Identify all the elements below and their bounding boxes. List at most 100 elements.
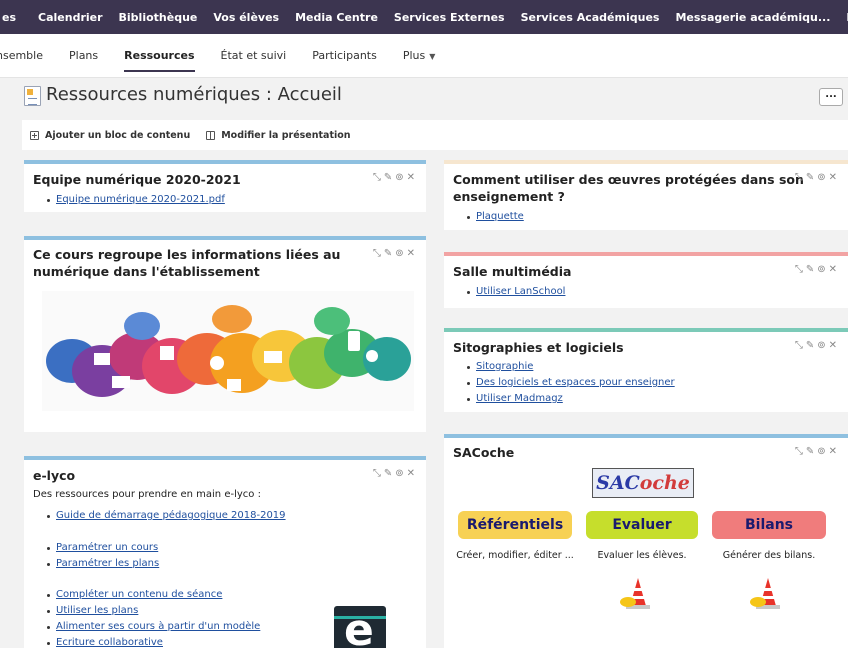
block-sitographies: Sitographies et logiciels ⤡✎⊚✕ Sitograph… — [444, 328, 848, 412]
chevron-down-icon: ▼ — [429, 51, 436, 61]
block-actions: ⤡✎⊚✕ — [373, 248, 418, 259]
edit-layout-label: Modifier la présentation — [221, 129, 351, 141]
collapse-icon[interactable]: ⤡ — [373, 172, 384, 183]
topnav-item-services-externes[interactable]: Services Externes — [386, 11, 513, 24]
edit-icon[interactable]: ✎ — [384, 248, 395, 259]
list-item: Equipe numérique 2020-2021.pdf — [46, 192, 225, 208]
referentiels-button[interactable]: Référentiels — [458, 511, 572, 539]
settings-icon[interactable]: ⊚ — [395, 248, 406, 259]
tab-ensemble[interactable]: nsemble — [0, 34, 56, 78]
topnav-item-bibliotheque[interactable]: Bibliothèque — [111, 11, 206, 24]
e-lyco-logo: e — [334, 606, 386, 648]
sacoche-logo-oche: oche — [639, 472, 690, 494]
settings-icon[interactable]: ⊚ — [817, 446, 828, 457]
block-title: e-lyco — [33, 468, 76, 483]
edit-layout-button[interactable]: Modifier la présentation — [206, 129, 351, 141]
block-color-bar — [444, 328, 848, 332]
topnav-item-calendrier[interactable]: Calendrier — [30, 11, 111, 24]
digital-icons-illustration — [46, 305, 411, 397]
block-color-bar — [24, 160, 426, 164]
construction-icon — [750, 578, 780, 609]
block-title: Salle multimédia — [453, 264, 572, 279]
link-guide-demarrage[interactable]: Guide de démarrage pédagogique 2018-2019 — [56, 510, 286, 521]
block-title: Sitographies et logiciels — [453, 340, 624, 355]
referentiels-desc: Créer, modifier, éditer ... — [456, 550, 574, 561]
link-lanschool[interactable]: Utiliser LanSchool — [476, 286, 565, 297]
topnav-item-partial[interactable]: es — [0, 11, 30, 24]
close-icon[interactable]: ✕ — [829, 446, 840, 457]
list-item: Ecriture collaborative — [46, 635, 260, 648]
block-e-lyco: e-lyco ⤡✎⊚✕ Des ressources pour prendre … — [24, 456, 426, 648]
link-list: Equipe numérique 2020-2021.pdf — [46, 192, 225, 208]
topnav-item-services-academiques[interactable]: Services Académiques — [513, 11, 668, 24]
page-title: Ressources numériques : Accueil — [46, 84, 342, 105]
link-ecriture-collaborative[interactable]: Ecriture collaborative — [56, 637, 163, 648]
link-parametrer-plans[interactable]: Paramétrer les plans — [56, 558, 159, 569]
settings-icon[interactable]: ⊚ — [817, 264, 828, 275]
link-utiliser-plans[interactable]: Utiliser les plans — [56, 605, 138, 616]
collapse-icon[interactable]: ⤡ — [795, 172, 806, 183]
collapse-icon[interactable]: ⤡ — [795, 264, 806, 275]
close-icon[interactable]: ✕ — [407, 172, 418, 183]
block-title-line1: Ce cours regroupe les informations liées… — [33, 247, 341, 262]
settings-icon[interactable]: ⊚ — [817, 172, 828, 183]
list-item: Utiliser LanSchool — [466, 284, 565, 300]
tab-plus[interactable]: Plus ▼ — [390, 34, 449, 78]
block-color-bar — [444, 252, 848, 256]
link-logiciels-espaces[interactable]: Des logiciels et espaces pour enseigner — [476, 377, 675, 388]
close-icon[interactable]: ✕ — [829, 264, 840, 275]
link-list: Sitographie Des logiciels et espaces pou… — [466, 359, 675, 407]
topnav-item-messagerie[interactable]: Messagerie académiqu... — [667, 11, 838, 24]
edit-icon[interactable]: ✎ — [806, 446, 817, 457]
edit-icon[interactable]: ✎ — [384, 172, 395, 183]
collapse-icon[interactable]: ⤡ — [795, 446, 806, 457]
edit-icon[interactable]: ✎ — [806, 172, 817, 183]
edit-icon[interactable]: ✎ — [384, 468, 395, 479]
block-color-bar — [24, 456, 426, 460]
link-list: Utiliser LanSchool — [466, 284, 565, 300]
block-actions: ⤡✎⊚✕ — [795, 264, 840, 275]
link-completer-seance[interactable]: Compléter un contenu de séance — [56, 589, 222, 600]
block-actions: ⤡✎⊚✕ — [795, 340, 840, 351]
topnav-item-vos-eleves[interactable]: Vos élèves — [205, 11, 287, 24]
link-parametrer-cours[interactable]: Paramétrer un cours — [56, 542, 158, 553]
tab-plans[interactable]: Plans — [56, 34, 111, 78]
topnav-item-media-centre[interactable]: Media Centre — [287, 11, 386, 24]
topnav-item-portail[interactable]: Portail des applic — [838, 11, 848, 24]
block-title-line2: enseignement ? — [453, 189, 565, 204]
list-item: Utiliser Madmagz — [466, 391, 675, 407]
link-plaquette[interactable]: Plaquette — [476, 211, 524, 222]
collapse-icon[interactable]: ⤡ — [795, 340, 806, 351]
settings-icon[interactable]: ⊚ — [817, 340, 828, 351]
close-icon[interactable]: ✕ — [407, 468, 418, 479]
evaluer-desc: Evaluer les élèves. — [597, 550, 687, 561]
course-tabs: nsemble Plans Ressources État et suivi P… — [0, 34, 848, 78]
tab-etat-et-suivi[interactable]: État et suivi — [208, 34, 300, 78]
tab-ressources[interactable]: Ressources — [111, 34, 207, 78]
tab-participants[interactable]: Participants — [299, 34, 390, 78]
block-title-line2: numérique dans l'établissement — [33, 264, 260, 279]
block-title: Equipe numérique 2020-2021 — [33, 172, 241, 187]
digital-banner-image — [42, 291, 414, 411]
close-icon[interactable]: ✕ — [829, 172, 840, 183]
block-actions: ⤡✎⊚✕ — [373, 172, 418, 183]
settings-icon[interactable]: ⊚ — [395, 172, 406, 183]
collapse-icon[interactable]: ⤡ — [373, 248, 384, 259]
settings-icon[interactable]: ⊚ — [395, 468, 406, 479]
link-alimenter-cours[interactable]: Alimenter ses cours à partir d'un modèle — [56, 621, 260, 632]
evaluer-button[interactable]: Evaluer — [586, 511, 698, 539]
edit-icon[interactable]: ✎ — [806, 264, 817, 275]
add-block-button[interactable]: Ajouter un bloc de contenu — [30, 130, 190, 141]
edit-icon[interactable]: ✎ — [806, 340, 817, 351]
close-icon[interactable]: ✕ — [829, 340, 840, 351]
list-item: Utiliser les plans — [46, 603, 260, 619]
collapse-icon[interactable]: ⤡ — [373, 468, 384, 479]
sacoche-logo[interactable]: SACoche — [592, 468, 694, 498]
link-sitographie[interactable]: Sitographie — [476, 361, 533, 372]
link-madmagz[interactable]: Utiliser Madmagz — [476, 393, 563, 404]
link-equipe-pdf[interactable]: Equipe numérique 2020-2021.pdf — [56, 194, 225, 205]
close-icon[interactable]: ✕ — [407, 248, 418, 259]
more-options-button[interactable]: ... — [819, 88, 843, 106]
document-icon — [24, 86, 41, 106]
bilans-button[interactable]: Bilans — [712, 511, 826, 539]
